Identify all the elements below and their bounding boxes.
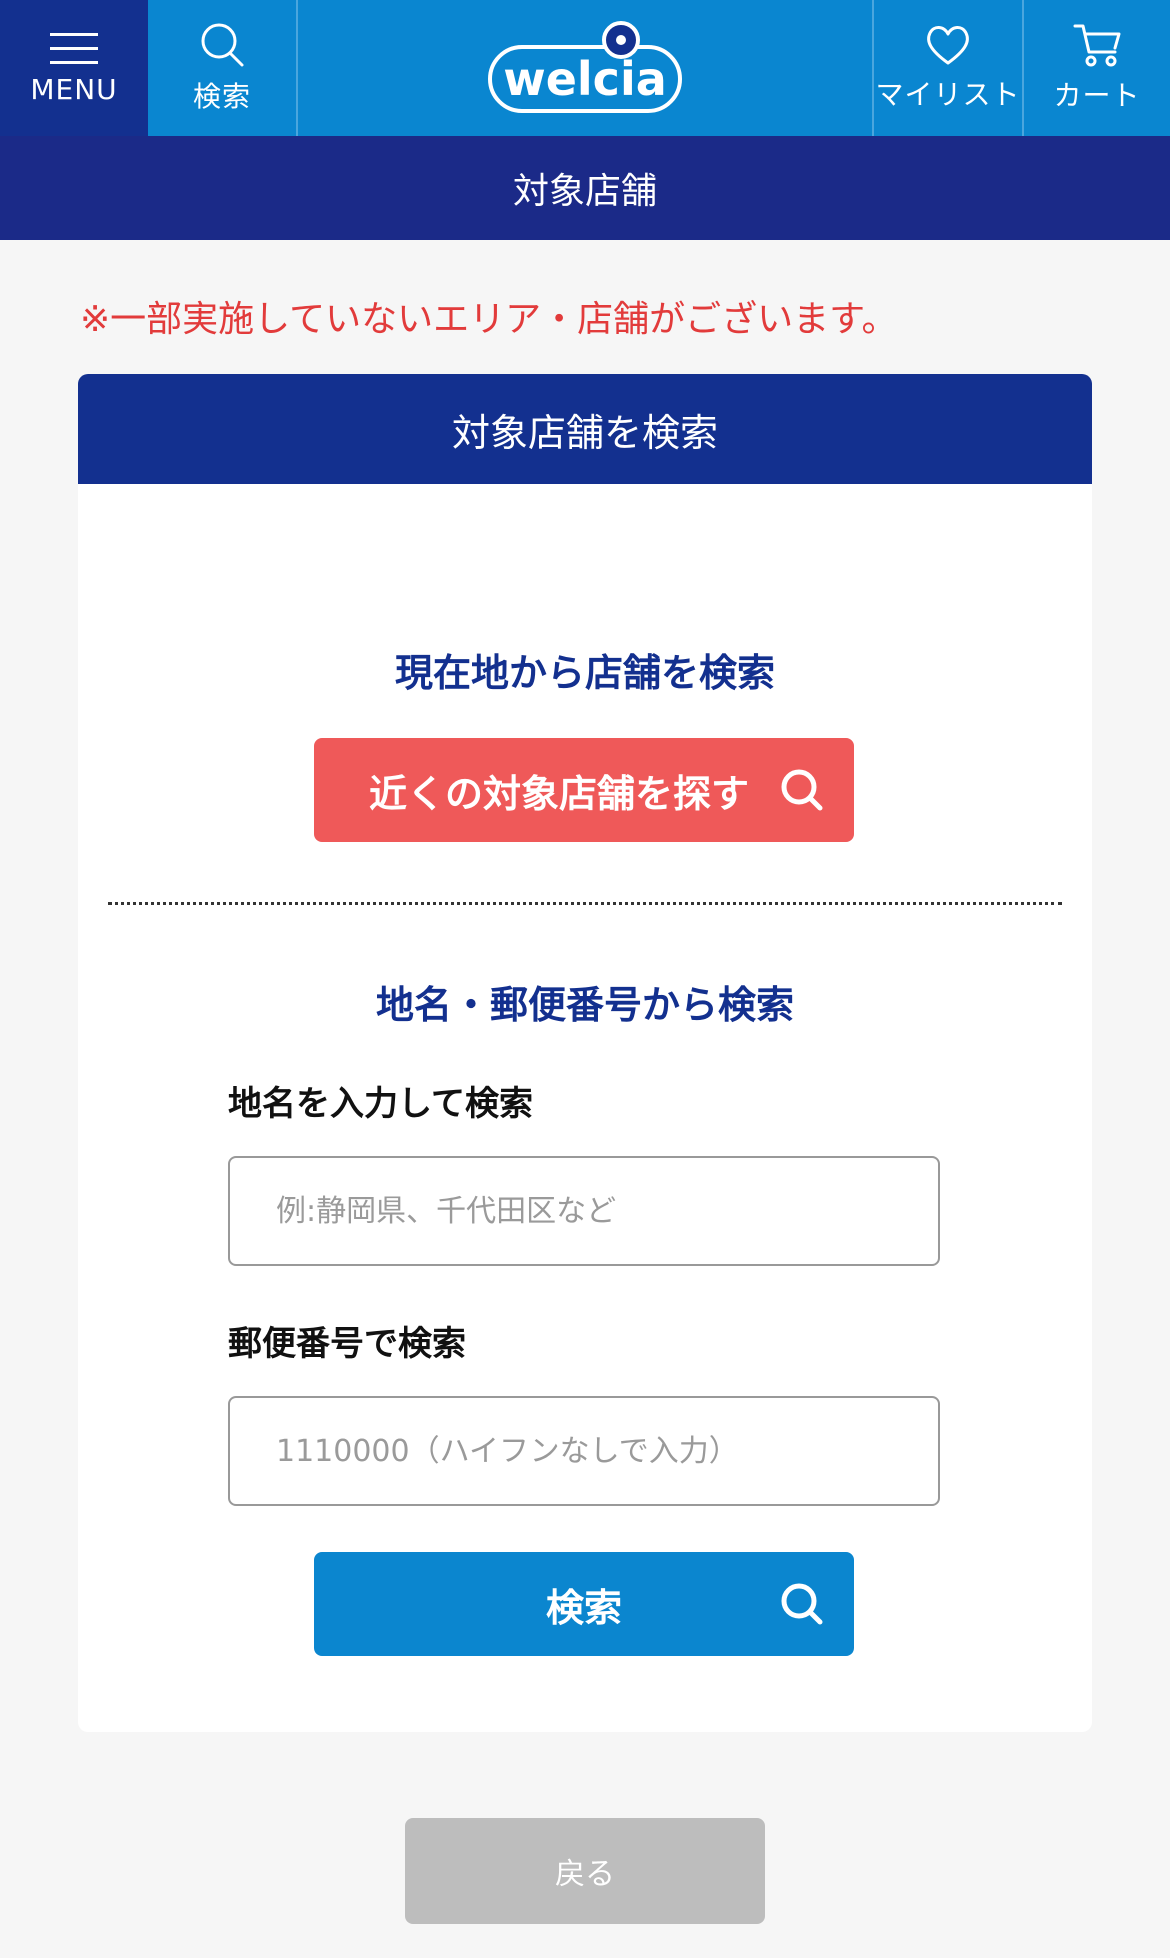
logo-link[interactable]: welcia	[298, 0, 872, 136]
nearby-stores-button[interactable]: 近くの対象店舗を探す	[314, 738, 854, 842]
search-icon	[201, 23, 244, 67]
section-divider	[108, 902, 1062, 905]
mylist-label: マイリスト	[875, 78, 1021, 111]
search-button[interactable]: 検索	[314, 1552, 854, 1656]
header-search-button[interactable]: 検索	[148, 0, 298, 136]
place-input[interactable]	[228, 1156, 940, 1266]
zip-input[interactable]	[228, 1396, 940, 1506]
app-header: MENU 検索 welcia マイリスト カート	[0, 0, 1170, 136]
welcia-logo: welcia	[488, 21, 682, 113]
search-icon	[781, 769, 823, 811]
back-button[interactable]: 戻る	[405, 1818, 765, 1924]
heart-icon	[927, 26, 969, 65]
zip-input-label: 郵便番号で検索	[228, 1324, 466, 1364]
cart-button[interactable]: カート	[1022, 0, 1170, 136]
store-search-card: 対象店舗を検索 現在地から店舗を検索 近くの対象店舗を探す 地名・郵便番号から検…	[78, 374, 1092, 1732]
mylist-button[interactable]: マイリスト	[872, 0, 1022, 136]
cart-icon	[1073, 24, 1121, 67]
place-input-label: 地名を入力して検索	[228, 1084, 533, 1124]
card-title: 対象店舗を検索	[78, 374, 1092, 484]
cart-label: カート	[1053, 79, 1141, 112]
hamburger-icon	[50, 32, 98, 64]
search-button-label: 検索	[545, 1585, 622, 1630]
search-icon	[781, 1583, 823, 1625]
svg-text:welcia: welcia	[503, 52, 667, 106]
place-search-heading: 地名・郵便番号から検索	[375, 983, 794, 1027]
page-title: 対象店舗	[0, 136, 1170, 240]
search-label: 検索	[192, 80, 251, 113]
notice-text: ※一部実施していないエリア・店舗がございます。	[80, 299, 898, 340]
current-location-heading: 現在地から店舗を検索	[394, 651, 775, 695]
menu-label: MENU	[30, 72, 118, 106]
nearby-stores-label: 近くの対象店舗を探す	[368, 771, 749, 816]
menu-button[interactable]: MENU	[0, 0, 148, 136]
